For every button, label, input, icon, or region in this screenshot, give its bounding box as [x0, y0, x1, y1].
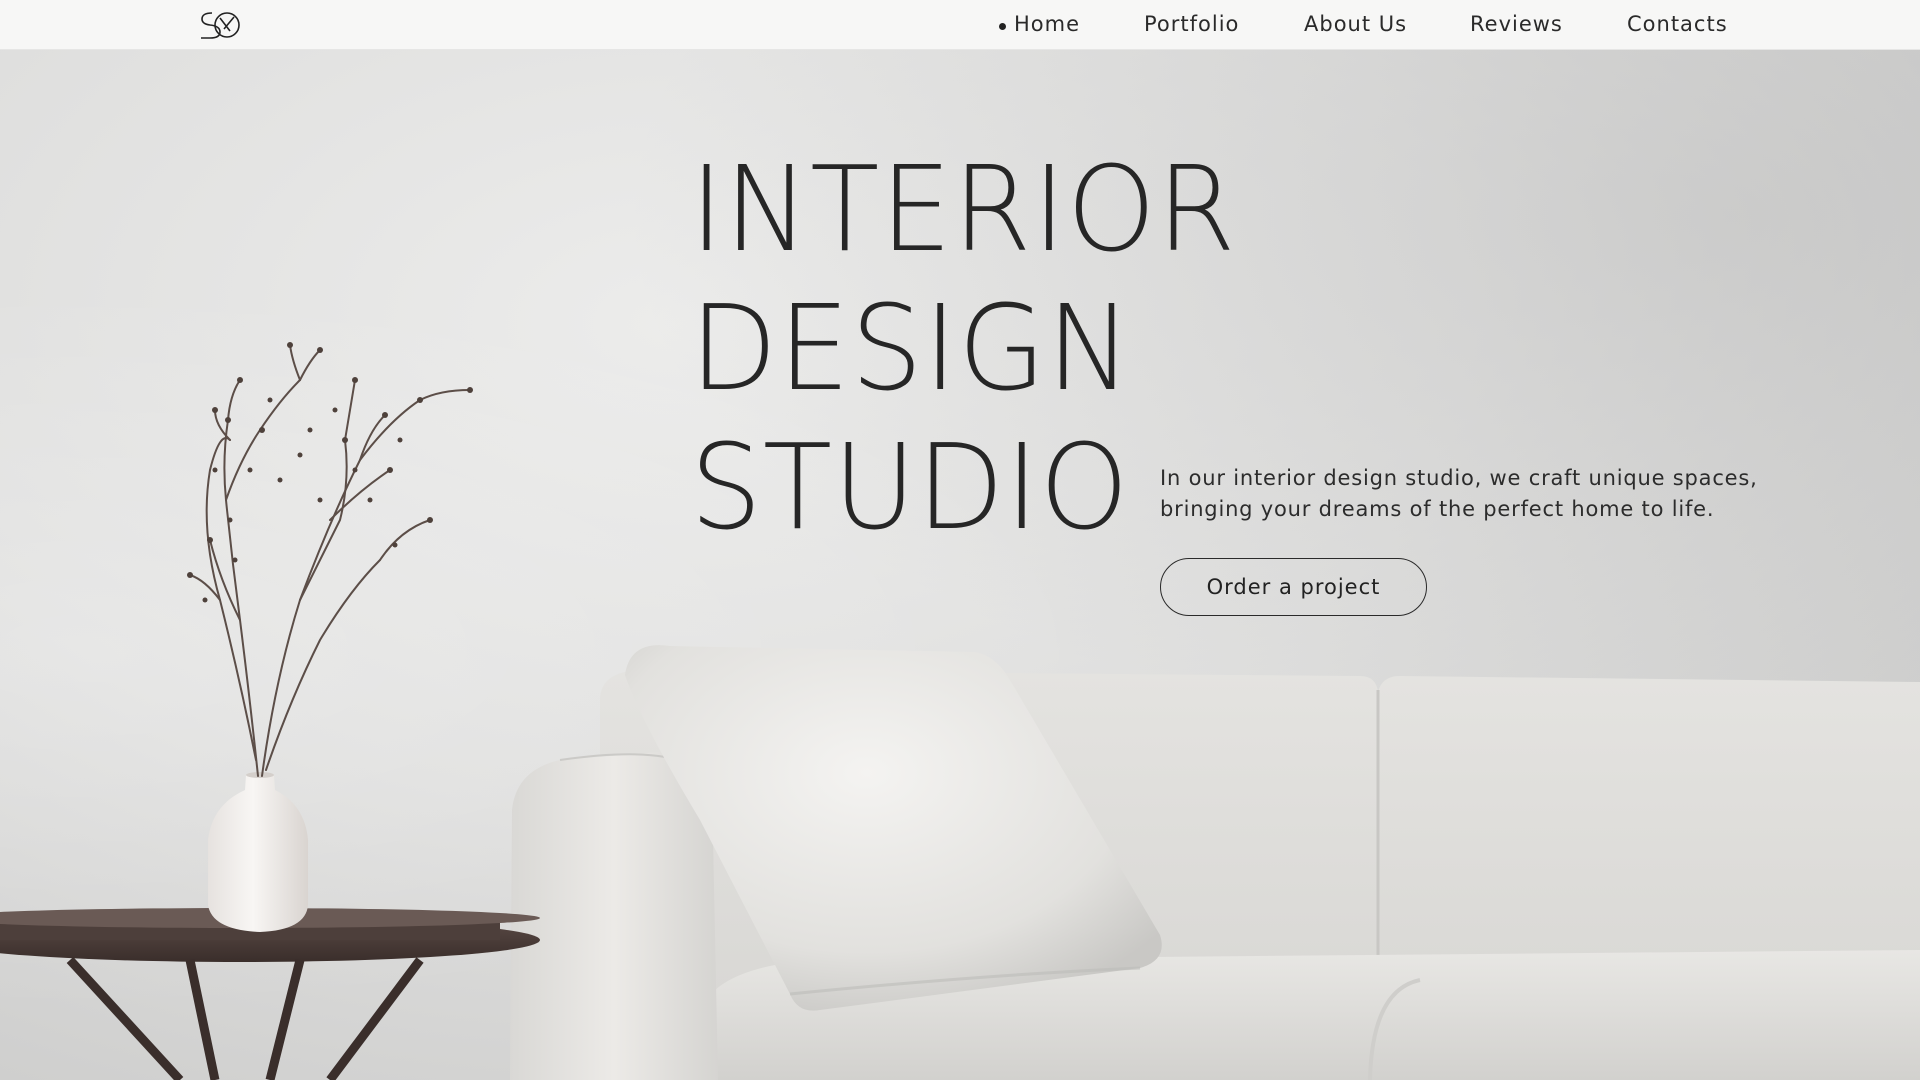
- hero-section: INTERIOR DESIGN STUDIO In our interior d…: [0, 0, 1920, 1080]
- landing-page: Home Portfolio About Us Reviews Contacts…: [0, 0, 1920, 1080]
- nav-item-label: About Us: [1304, 12, 1408, 36]
- nav-item-reviews[interactable]: Reviews: [1470, 12, 1563, 36]
- nav-item-label: Home: [1014, 12, 1081, 36]
- main-nav: Home Portfolio About Us Reviews Contacts: [0, 0, 1920, 50]
- hero-tagline: In our interior design studio, we craft …: [1160, 463, 1760, 525]
- tagline-line: bringing your dreams of the perfect home…: [1160, 497, 1715, 521]
- hero-title-line: STUDIO: [690, 418, 1130, 556]
- hero-title: INTERIOR DESIGN STUDIO: [690, 140, 1237, 557]
- nav-item-label: Reviews: [1470, 12, 1563, 36]
- top-navigation-bar: Home Portfolio About Us Reviews Contacts: [0, 0, 1920, 50]
- order-project-button[interactable]: Order a project: [1160, 558, 1427, 616]
- hero-title-line: DESIGN: [690, 279, 1133, 417]
- nav-item-portfolio[interactable]: Portfolio: [1144, 12, 1239, 36]
- tagline-line: In our interior design studio, we craft …: [1160, 466, 1758, 490]
- nav-item-contacts[interactable]: Contacts: [1627, 12, 1728, 36]
- active-indicator-dot: [999, 23, 1006, 30]
- nav-item-label: Portfolio: [1144, 12, 1240, 36]
- nav-item-home[interactable]: Home: [999, 12, 1081, 36]
- nav-item-label: Contacts: [1627, 12, 1728, 36]
- nav-item-about-us[interactable]: About Us: [1304, 12, 1407, 36]
- hero-title-line: INTERIOR: [690, 140, 1237, 278]
